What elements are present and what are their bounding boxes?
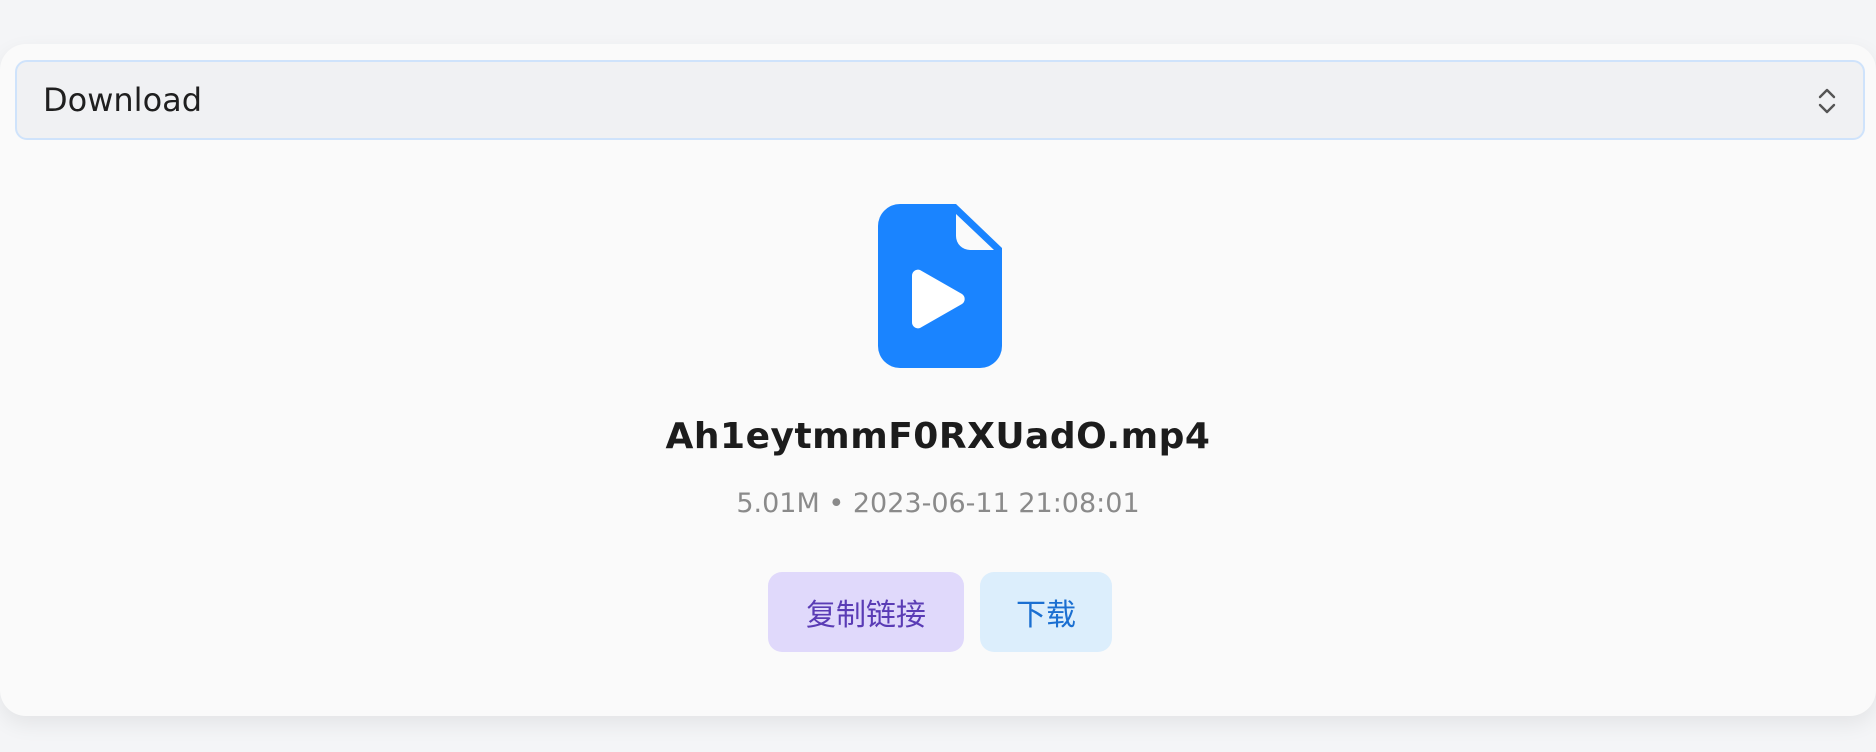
file-actions: 复制链接 下载 [768,572,1112,652]
view-mode-select-value: Download [43,81,203,119]
file-name: Ah1eytmmF0RXUadO.mp4 [665,416,1211,457]
file-meta: 5.01M • 2023-06-11 21:08:01 [736,488,1140,519]
copy-link-button[interactable]: 复制链接 [768,572,964,652]
chevron-up-down-icon [1818,88,1836,114]
file-share-card: Download Ah1eytmmF0RXUadO.mp4 5.01M • 20… [0,44,1876,716]
video-file-icon [878,204,1002,368]
download-button[interactable]: 下载 [980,572,1112,652]
view-mode-select[interactable]: Download [15,60,1865,140]
